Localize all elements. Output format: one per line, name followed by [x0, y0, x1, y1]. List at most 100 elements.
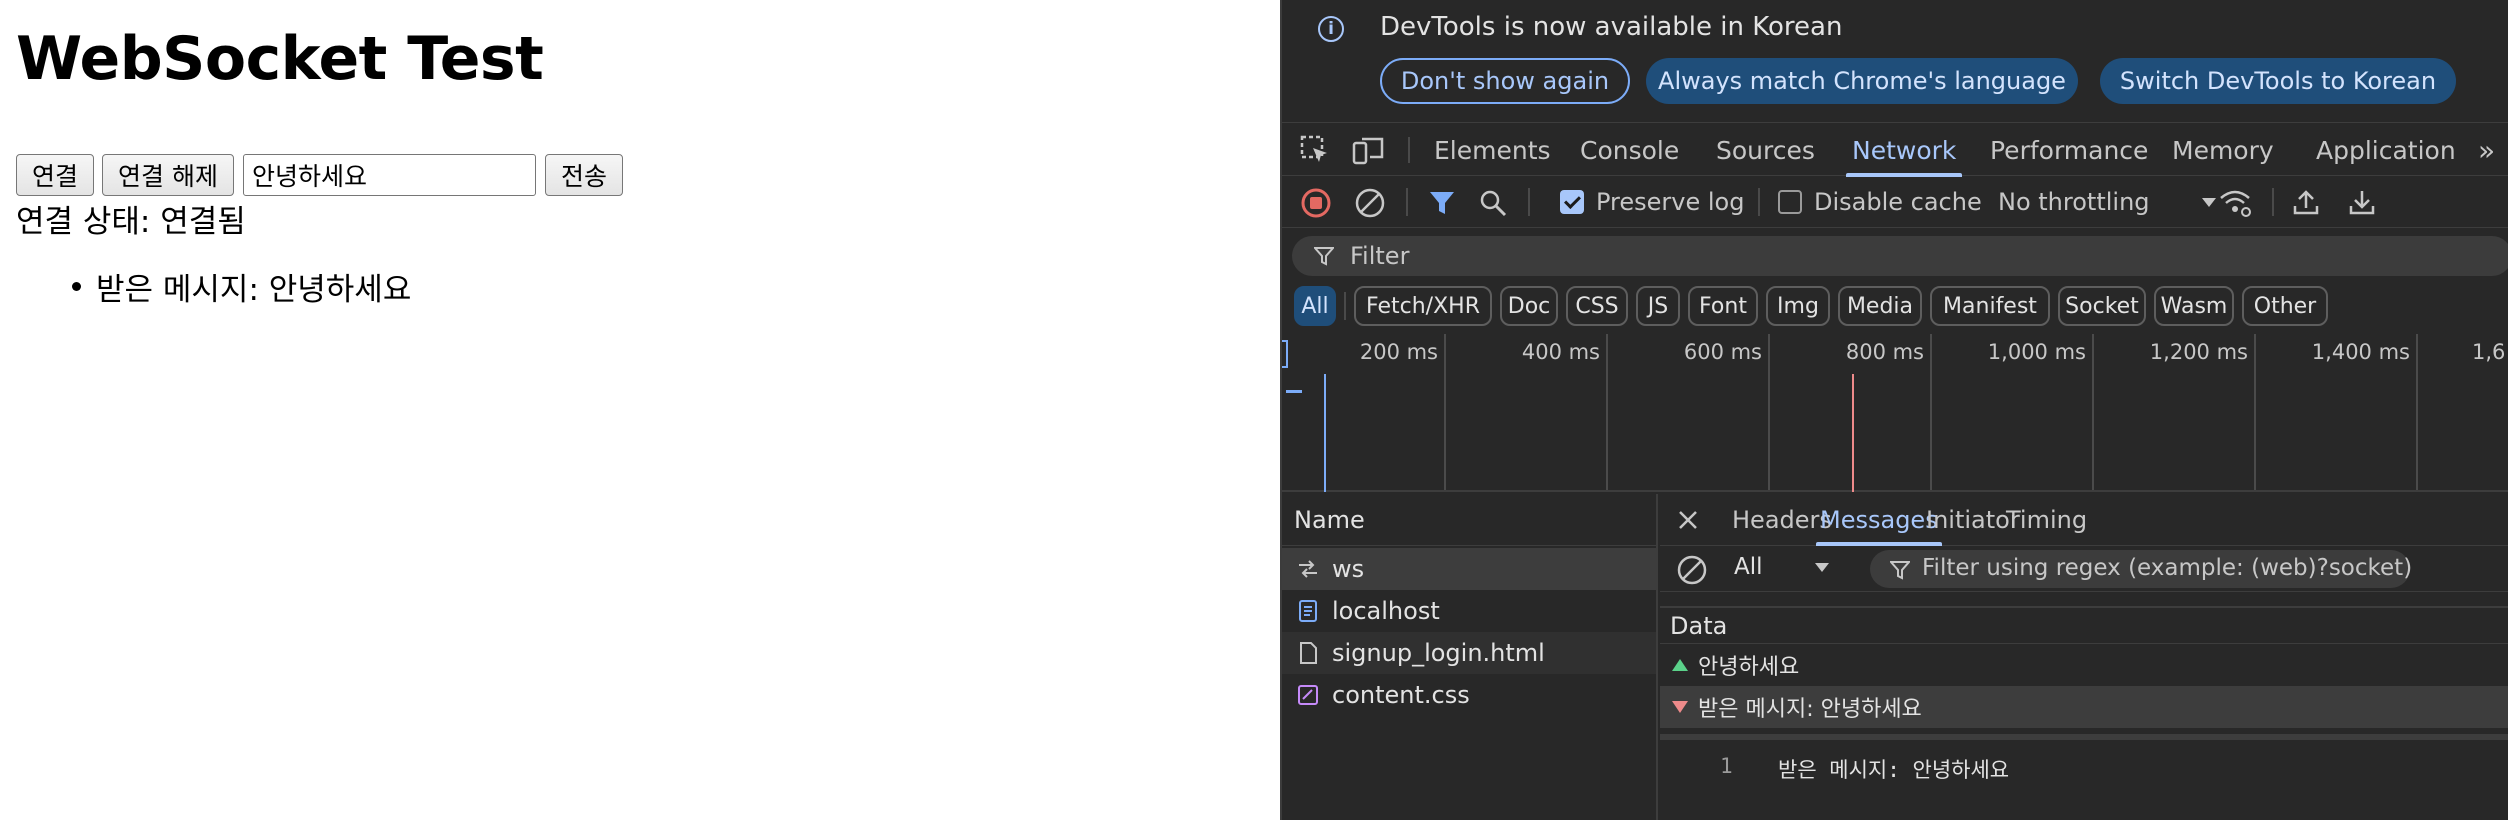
- request-name: signup_login.html: [1332, 639, 1545, 667]
- dont-show-again-button[interactable]: Don't show again: [1380, 58, 1630, 104]
- language-infobar: i DevTools is now available in Korean Do…: [1282, 0, 2508, 120]
- tab-memory[interactable]: Memory: [2172, 123, 2274, 177]
- regex-placeholder: Filter using regex (example: (web)?socke…: [1922, 555, 2413, 581]
- type-filter-manifest[interactable]: Manifest: [1930, 286, 2050, 326]
- export-har-icon[interactable]: [2348, 188, 2376, 216]
- type-filter-all[interactable]: All: [1294, 286, 1336, 326]
- disable-cache-checkbox[interactable]: Disable cache: [1778, 188, 1982, 216]
- devtools-tabbar: Elements Console Sources Network Perform…: [1282, 122, 2508, 177]
- preserve-log-checkbox[interactable]: Preserve log: [1560, 188, 1744, 216]
- filter-icon: [1890, 561, 1910, 580]
- type-filter-img[interactable]: Img: [1766, 286, 1830, 326]
- filter-input[interactable]: Filter: [1292, 236, 2508, 276]
- message-type-select[interactable]: All: [1734, 554, 1829, 580]
- message-list: 받은 메시지: 안녕하세요: [56, 264, 411, 309]
- sent-arrow-icon: [1672, 659, 1688, 671]
- request-row-localhost[interactable]: localhost: [1282, 590, 1656, 632]
- message-input[interactable]: [243, 154, 536, 196]
- timeline-label: 1,6: [2472, 340, 2506, 364]
- resource-type-filters: All Fetch/XHR Doc CSS JS Font Img Media …: [1282, 286, 2508, 326]
- timeline-gridline: [1444, 334, 1446, 490]
- tab-sources[interactable]: Sources: [1716, 123, 1815, 177]
- connect-button[interactable]: 연결: [16, 154, 94, 196]
- timeline-gridline: [1768, 334, 1770, 490]
- request-detail-pane: Headers Messages Initiator Timing All Fi…: [1660, 494, 2508, 820]
- import-har-icon[interactable]: [2292, 188, 2320, 216]
- toolbar-divider: [1406, 188, 1408, 216]
- messages-toolbar: All Filter using regex (example: (web)?s…: [1660, 546, 2508, 592]
- checkbox-unchecked-icon: [1778, 190, 1802, 214]
- request-row-content-css[interactable]: content.css: [1282, 674, 1656, 716]
- file-icon: [1296, 641, 1320, 665]
- message-frame-sent[interactable]: 안녕하세요: [1660, 644, 2508, 686]
- type-filter-js[interactable]: JS: [1636, 286, 1680, 326]
- close-icon[interactable]: [1676, 508, 1700, 532]
- message-frame-received[interactable]: 받은 메시지: 안녕하세요: [1660, 686, 2508, 728]
- filter-icon: [1314, 247, 1334, 266]
- pane-splitter[interactable]: [1660, 734, 2508, 740]
- type-filter-doc[interactable]: Doc: [1500, 286, 1558, 326]
- disconnect-button[interactable]: 연결 해제: [102, 154, 234, 196]
- name-column-header[interactable]: Name: [1282, 494, 1656, 546]
- tab-headers[interactable]: Headers: [1732, 494, 1832, 546]
- data-column-header[interactable]: Data: [1660, 606, 2508, 644]
- chevron-down-icon: [2201, 197, 2216, 207]
- type-filter-font[interactable]: Font: [1688, 286, 1758, 326]
- filter-funnel-icon[interactable]: [1428, 189, 1456, 217]
- network-conditions-icon[interactable]: [2218, 188, 2252, 218]
- request-list: Name ws localhost signup_login.html cont…: [1282, 494, 1658, 820]
- toolbar-divider: [2272, 188, 2274, 216]
- chevron-down-icon: [1814, 562, 1829, 572]
- line-number: 1: [1720, 754, 1733, 778]
- more-tabs-icon[interactable]: »: [2478, 123, 2495, 177]
- stylesheet-icon: [1296, 683, 1320, 707]
- timeline-gridline: [2092, 334, 2094, 490]
- preserve-log-label: Preserve log: [1596, 188, 1745, 216]
- toolbar-divider: [1528, 188, 1530, 216]
- network-timeline[interactable]: 200 ms 400 ms 600 ms 800 ms 1,000 ms 1,2…: [1282, 334, 2508, 492]
- request-row-ws[interactable]: ws: [1282, 548, 1656, 590]
- page-title: WebSocket Test: [16, 24, 544, 94]
- switch-korean-button[interactable]: Switch DevTools to Korean: [2100, 58, 2456, 104]
- clear-messages-icon[interactable]: [1676, 554, 1708, 586]
- search-icon[interactable]: [1478, 188, 1508, 218]
- type-filter-wasm[interactable]: Wasm: [2154, 286, 2234, 326]
- tab-application[interactable]: Application: [2316, 123, 2456, 177]
- websocket-icon: [1296, 557, 1320, 581]
- send-button[interactable]: 전송: [545, 154, 623, 196]
- type-filter-other[interactable]: Other: [2242, 286, 2328, 326]
- document-icon: [1296, 599, 1320, 623]
- timeline-label: 400 ms: [1521, 340, 1600, 364]
- timeline-label: 200 ms: [1359, 340, 1438, 364]
- tab-messages[interactable]: Messages: [1816, 494, 1942, 546]
- checkbox-checked-icon: [1560, 190, 1584, 214]
- load-event-marker: [1852, 374, 1854, 492]
- record-stop-icon[interactable]: [1300, 187, 1332, 219]
- regex-filter-input[interactable]: Filter using regex (example: (web)?socke…: [1870, 550, 2413, 588]
- request-row-signup-login[interactable]: signup_login.html: [1282, 632, 1656, 674]
- type-filter-media[interactable]: Media: [1838, 286, 1922, 326]
- tab-console[interactable]: Console: [1580, 123, 1679, 177]
- received-arrow-icon: [1672, 701, 1688, 713]
- infobar-message: DevTools is now available in Korean: [1380, 12, 1843, 42]
- tab-elements[interactable]: Elements: [1434, 123, 1551, 177]
- type-filter-socket[interactable]: Socket: [2058, 286, 2146, 326]
- match-language-button[interactable]: Always match Chrome's language: [1646, 58, 2078, 104]
- throttling-select[interactable]: No throttling: [1998, 188, 2216, 216]
- timeline-gridline: [1930, 334, 1932, 490]
- type-filter-fetch-xhr[interactable]: Fetch/XHR: [1354, 286, 1492, 326]
- filter-placeholder: Filter: [1350, 242, 1410, 270]
- tab-network[interactable]: Network: [1845, 123, 1963, 177]
- tab-performance[interactable]: Performance: [1990, 123, 2148, 177]
- clear-icon[interactable]: [1354, 187, 1386, 219]
- timeline-bar: [1286, 390, 1302, 393]
- type-filter-css[interactable]: CSS: [1566, 286, 1628, 326]
- network-toolbar: Preserve log Disable cache No throttling: [1282, 176, 2508, 228]
- inspect-element-icon[interactable]: [1300, 135, 1330, 165]
- timeline-handle[interactable]: [1282, 340, 1288, 368]
- throttling-value: No throttling: [1998, 188, 2150, 216]
- timeline-gridline: [2416, 334, 2418, 490]
- tab-timing[interactable]: Timing: [2006, 494, 2087, 546]
- device-toolbar-icon[interactable]: [1352, 135, 1386, 165]
- frame-data: 안녕하세요: [1698, 655, 1800, 680]
